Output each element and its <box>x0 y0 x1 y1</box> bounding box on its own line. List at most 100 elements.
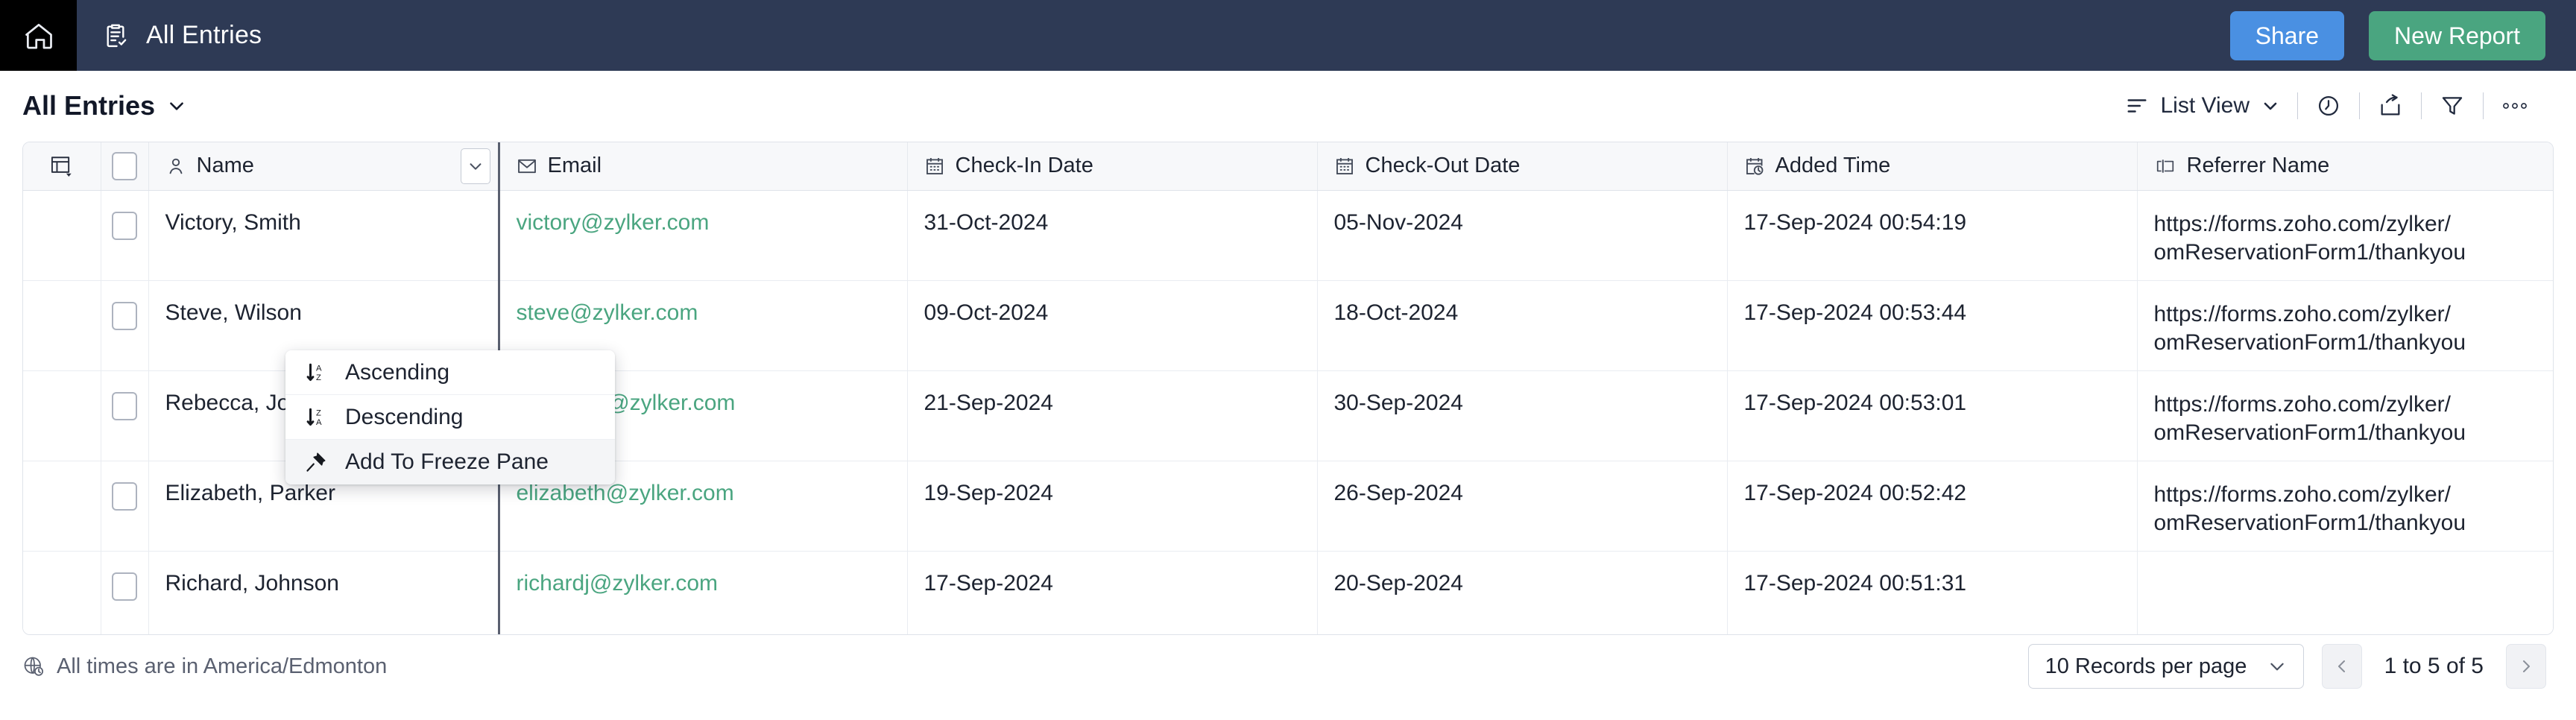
records-per-page-select[interactable]: 10 Records per page <box>2027 644 2304 689</box>
share-export-icon <box>2378 93 2403 119</box>
cell-check-in-date: 21-Sep-2024 <box>907 370 1318 461</box>
row-checkbox[interactable] <box>112 572 137 601</box>
freeze-pane-icon <box>49 154 75 178</box>
menu-item-label: Ascending <box>345 359 450 385</box>
top-bar-actions: Share New Report <box>2229 10 2576 60</box>
row-grip-cell <box>23 551 101 634</box>
calendar-icon <box>1334 156 1355 177</box>
email-link[interactable]: steve@zylker.com <box>517 300 698 325</box>
column-label: Referrer Name <box>2186 154 2330 178</box>
export-button[interactable] <box>2360 93 2421 119</box>
list-view-switcher[interactable]: List View <box>2108 93 2297 119</box>
column-label: Added Time <box>1775 154 1891 178</box>
cell-check-in-date: 19-Sep-2024 <box>907 461 1318 552</box>
cell-referrer-name: https://forms.zoho.com/zylker/omReservat… <box>2137 280 2554 371</box>
sort-ascending-az-icon: AZ <box>305 361 327 384</box>
top-bar: All Entries Share New Report <box>0 0 2576 71</box>
breadcrumb[interactable]: All Entries <box>101 21 262 50</box>
row-select-cell[interactable] <box>101 370 149 461</box>
cell-name: Victory, Smith <box>148 190 499 281</box>
envelope-icon <box>517 156 537 177</box>
new-report-button[interactable]: New Report <box>2369 10 2545 60</box>
column-header-name[interactable]: Name <box>148 142 499 191</box>
chevron-down-icon <box>2261 97 2279 115</box>
list-lines-icon <box>2126 95 2148 117</box>
row-select-cell[interactable] <box>101 461 149 552</box>
row-checkbox[interactable] <box>112 391 137 420</box>
filter-button[interactable] <box>2422 93 2483 119</box>
referrer-url-line1: https://forms.zoho.com/zylker/ <box>2153 481 2451 507</box>
menu-item-descending[interactable]: Z A Descending <box>285 395 615 440</box>
select-all-header-cell[interactable] <box>101 142 149 191</box>
column-header-check-in-date[interactable]: Check-In Date <box>907 142 1318 191</box>
column-label: Check-In Date <box>955 154 1093 178</box>
funnel-filter-icon <box>2440 93 2465 119</box>
row-grip-cell <box>23 370 101 461</box>
row-select-cell[interactable] <box>101 280 149 371</box>
row-checkbox[interactable] <box>112 211 137 240</box>
email-link[interactable]: richardj@zylker.com <box>517 571 719 596</box>
column-header-email[interactable]: Email <box>497 142 908 191</box>
pin-icon <box>305 451 327 473</box>
referrer-url-line1: https://forms.zoho.com/zylker/ <box>2153 391 2451 417</box>
column-header-check-out-date[interactable]: Check-Out Date <box>1317 142 1728 191</box>
column-menu-toggle[interactable] <box>460 148 490 184</box>
cell-added-time: 17-Sep-2024 00:53:01 <box>1727 370 2138 461</box>
column-context-menu: A Z Ascending Z A Descending Add To Freeze Pan… <box>285 350 615 484</box>
home-button[interactable] <box>0 0 77 71</box>
referrer-url-line2: omReservationForm1/thankyou <box>2153 420 2466 445</box>
cell-referrer-name <box>2137 551 2553 634</box>
referrer-url: https://forms.zoho.com/zylker/omReservat… <box>2154 481 2554 538</box>
menu-item-ascending[interactable]: A Z Ascending <box>285 350 615 395</box>
email-link[interactable]: victory@zylker.com <box>517 210 710 235</box>
cell-check-out-date: 18-Oct-2024 <box>1317 280 1728 371</box>
menu-item-add-to-freeze-pane[interactable]: Add To Freeze Pane <box>285 440 615 484</box>
clipboard-check-icon <box>101 22 130 50</box>
chevron-down-icon <box>2267 657 2287 676</box>
table-row[interactable]: Victory, Smith victory@zylker.com 31-Oct-2… <box>23 190 2554 281</box>
table-row[interactable]: Richard, Johnson richardj@zylker.com 17-Se… <box>23 551 2553 634</box>
cell-check-out-date: 26-Sep-2024 <box>1317 461 1728 552</box>
cell-check-in-date: 09-Oct-2024 <box>907 280 1318 371</box>
svg-text:Z: Z <box>316 373 321 382</box>
timezone-note: All times are in America/Edmonton <box>22 654 387 679</box>
history-button[interactable] <box>2298 93 2359 119</box>
cell-check-out-date: 05-Nov-2024 <box>1317 190 1728 281</box>
referrer-url-line2: omReservationForm1/thankyou <box>2153 510 2466 535</box>
cell-email[interactable]: victory@zylker.com <box>497 190 908 281</box>
row-select-cell[interactable] <box>101 190 149 281</box>
freeze-pane-header-cell[interactable] <box>23 142 101 191</box>
referrer-url: https://forms.zoho.com/zylker/omReservat… <box>2154 300 2554 358</box>
view-toolbar: List View <box>2108 92 2576 119</box>
sort-descending-za-icon: ZA <box>305 406 327 429</box>
next-page-button[interactable] <box>2506 644 2546 689</box>
view-selector[interactable]: All Entries <box>22 90 186 121</box>
referrer-url-line2: omReservationForm1/thankyou <box>2153 239 2466 265</box>
column-header-added-time[interactable]: Added Time <box>1727 142 2138 191</box>
cell-referrer-name: https://forms.zoho.com/zylker/omReservat… <box>2137 190 2554 281</box>
calendar-icon <box>924 156 945 177</box>
chevron-down-icon <box>467 158 484 174</box>
row-select-cell[interactable] <box>101 551 149 634</box>
chevron-right-icon <box>2517 657 2535 675</box>
row-checkbox[interactable] <box>112 301 137 330</box>
share-button[interactable]: Share <box>2229 10 2345 60</box>
cell-added-time: 17-Sep-2024 00:52:42 <box>1727 461 2138 552</box>
column-header-referrer-name[interactable]: Referrer Name <box>2137 142 2553 191</box>
previous-page-button[interactable] <box>2321 644 2362 689</box>
select-all-checkbox[interactable] <box>112 151 137 180</box>
cell-referrer-name: https://forms.zoho.com/zylker/omReservat… <box>2137 461 2554 552</box>
breadcrumb-label: All Entries <box>146 21 262 49</box>
more-options-button[interactable] <box>2484 101 2546 111</box>
records-per-page-value: 10 Records per page <box>2045 654 2247 678</box>
text-field-icon <box>2154 157 2176 176</box>
cell-email[interactable]: richardj@zylker.com <box>497 551 908 634</box>
globe-clock-icon <box>22 655 45 678</box>
cell-check-out-date: 30-Sep-2024 <box>1317 370 1728 461</box>
svg-text:Z: Z <box>316 408 321 417</box>
cell-check-out-date: 20-Sep-2024 <box>1317 551 1728 634</box>
referrer-url: https://forms.zoho.com/zylker/omReservat… <box>2154 210 2554 268</box>
row-checkbox[interactable] <box>112 481 137 511</box>
timezone-text: All times are in America/Edmonton <box>57 654 388 678</box>
row-grip-cell <box>23 461 101 552</box>
